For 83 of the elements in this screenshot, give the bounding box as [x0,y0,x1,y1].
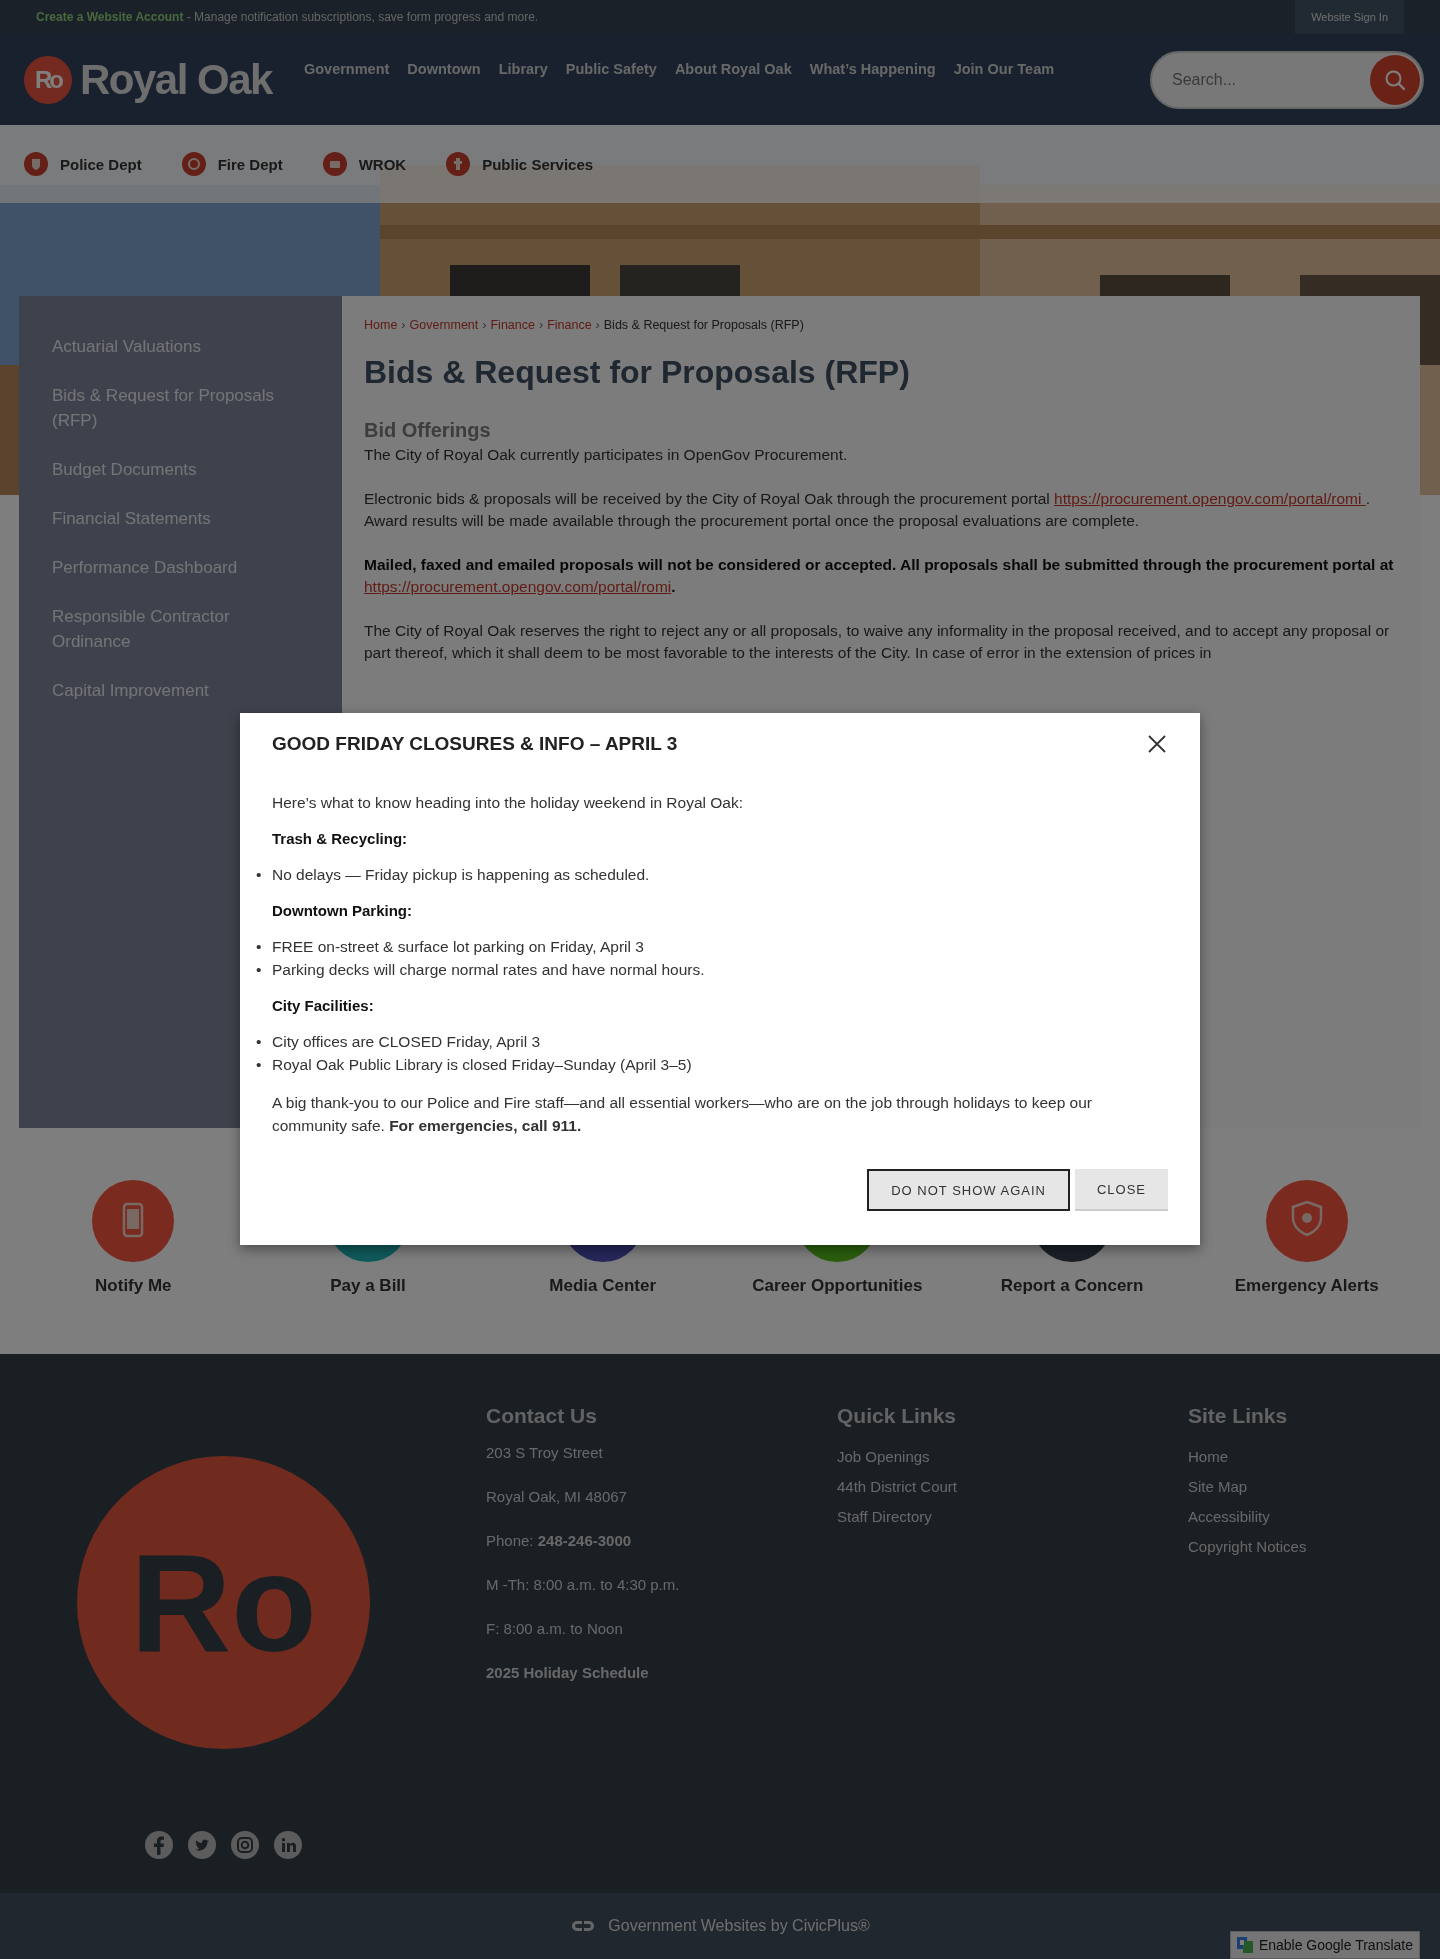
badge-icon [181,152,206,176]
holiday-schedule-link[interactable]: 2025 Holiday Schedule [486,1662,837,1684]
paragraph: Mailed, faxed and emailed proposals will not be considered or accepted. All proposals shall be submitted through the procurement portal at https://procurement.opengov.com/portal/romi. [364,555,1395,597]
paragraph: The City of Royal Oak reserves the right to reject any or all proposals, to waive any informality in the proposal received, and to accept any proposal or part thereof, which it shall deem to be most favorable to the interests of the City. In case of error in the extension of prices in [364,621,1391,663]
footer-link[interactable]: Accessibility [1188,1502,1440,1532]
translate-button[interactable]: Enable Google Translate [1229,1931,1420,1959]
dialog-bullet: No delays — Friday pickup is happening as scheduled. [272,865,650,885]
breadcrumb-separator: › [401,318,406,332]
action-tile[interactable]: Emergency Alerts [1189,1180,1425,1354]
nav-link[interactable]: Downtown [407,60,481,77]
nav-link[interactable]: About Royal Oak [674,60,792,77]
portal-link[interactable]: https://procurement.opengov.com/portal/romi [364,578,672,595]
paragraph: The City of Royal Oak currently participates in OpenGov Procurement. [364,445,849,465]
page-title: Bids & Request for Proposals (RFP) [364,354,911,391]
action-tile[interactable]: Notify Me [16,1180,251,1354]
footer-link[interactable]: Copyright Notices [1188,1532,1440,1562]
twitter-icon[interactable] [188,1831,216,1859]
close-icon [1148,735,1166,753]
footer-link[interactable]: 44th District Court [837,1472,1188,1502]
contact-line: 203 S Troy Street [486,1443,604,1463]
breadcrumb-separator: › [595,318,600,332]
dialog-intro: Here’s what to know heading into the holiday weekend in Royal Oak: [272,793,745,813]
translate-icon [1236,1937,1253,1953]
portal-link[interactable]: https://procurement.opengov.com/portal/romi [1054,490,1366,507]
footer-heading: Quick Links [837,1404,958,1428]
nav-link[interactable]: What’s Happening [809,60,936,77]
quick-nav-link[interactable]: WROK [322,152,407,176]
nav-link[interactable]: Public Safety [565,60,657,77]
section-heading: Bid Offerings [364,419,492,442]
paragraph: Electronic bids & proposals will be received by the City of Royal Oak through the procurement portal https://procurement.opengov.com/portal/romi . Award results will be made available through the procurement portal once the proposal evaluations are complete. [364,489,1371,531]
nav-link[interactable]: Government [303,60,390,77]
bullet-marker: • [256,865,263,885]
sign-in-button[interactable]: Website Sign In [1295,0,1404,34]
account-notice: Create a Website Account - Manage notification subscriptions, save form progress and more. [36,10,539,24]
breadcrumb-separator: › [538,318,544,332]
chain-icon [570,1919,597,1933]
breadcrumb-link[interactable]: Finance [547,318,592,332]
facebook-icon[interactable] [145,1831,173,1859]
dialog-closing: A big thank-you to our Police and Fire staff—and all essential workers—who are on the job through holidays to keep our community safe. For emergencies, call 911. [272,1093,1093,1136]
dialog-subheading: Downtown Parking: [272,902,413,919]
create-account-link[interactable]: Create a Website Account [36,10,184,24]
bullet-marker: • [256,960,263,980]
quick-nav-link[interactable]: Fire Dept [181,152,283,176]
footer-link[interactable]: Home [1188,1442,1440,1472]
contact-line: Royal Oak, MI 48067 [486,1487,628,1507]
logo-mark[interactable]: Ro [24,55,72,104]
shield-icon [24,152,48,176]
contact-line: M -Th: 8:00 a.m. to 4:30 p.m. [486,1575,681,1595]
footer-link[interactable]: Staff Directory [837,1502,1188,1532]
breadcrumb-link[interactable]: Bids & Request for Proposals (RFP) [603,318,804,332]
close-button[interactable] [1146,733,1168,755]
bullet-marker: • [256,937,263,957]
bullet-marker: • [256,1032,263,1052]
dialog-bullet: City offices are CLOSED Friday, April 3 [272,1032,541,1052]
logo-text[interactable]: Royal Oak [80,55,272,104]
breadcrumb-link[interactable]: Finance [490,318,535,332]
search-icon [1384,68,1406,91]
quick-nav-link[interactable]: Public Services [446,152,594,176]
dialog-subheading: City Facilities: [272,997,375,1014]
breadcrumb-separator: › [482,318,487,332]
footer-link[interactable]: Job Openings [837,1442,1188,1472]
instagram-icon[interactable] [231,1831,259,1859]
dialog-title: GOOD FRIDAY CLOSURES & INFO – APRIL 3 [272,733,678,755]
breadcrumb-link[interactable]: Government [409,318,479,332]
dialog-bullet: Parking decks will charge normal rates and have normal hours. [272,960,705,980]
dialog-subheading: Trash & Recycling: [272,830,409,847]
dialog-bullet: FREE on-street & surface lot parking on Friday, April 3 [272,937,644,957]
dialog-bullet: Royal Oak Public Library is closed Friday–Sunday (April 3–5) [272,1055,692,1075]
dismiss-button[interactable]: DO NOT SHOW AGAIN [867,1169,1070,1211]
close-button[interactable]: CLOSE [1074,1169,1168,1211]
contact-line: F: 8:00 a.m. to Noon [486,1619,624,1639]
footer-heading: Contact Us [486,1404,598,1428]
nav-link[interactable]: Join Our Team [953,60,1055,77]
footer-link[interactable]: Site Map [1188,1472,1440,1502]
quick-nav-link[interactable]: Police Dept [24,152,142,176]
nav-link[interactable]: Library [498,60,548,77]
logo-mark: Ro [77,1456,370,1749]
contact-line: Phone: 248-246-3000 [486,1531,633,1551]
footer-heading: Site Links [1188,1404,1289,1428]
credit-link[interactable]: Government Websites by CivicPlus® [570,1917,870,1935]
breadcrumb-link[interactable]: Home [364,318,398,332]
bullet-marker: • [256,1055,263,1075]
linkedin-icon[interactable] [274,1831,302,1859]
